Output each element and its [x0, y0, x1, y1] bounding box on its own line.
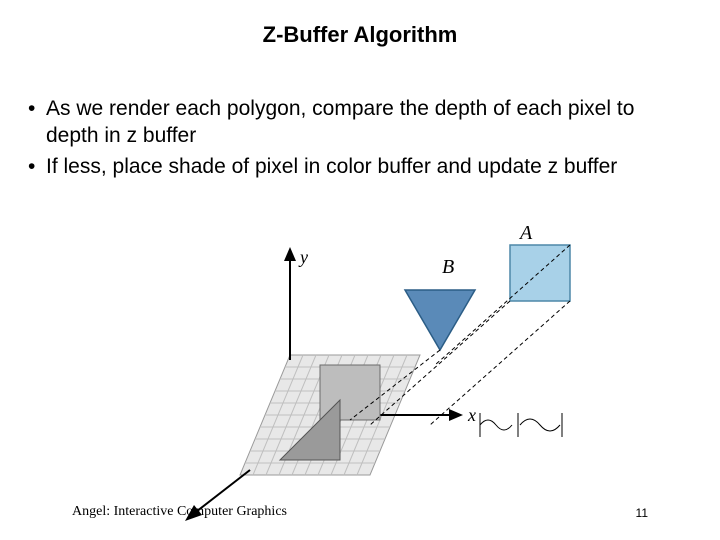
label-b: B — [442, 256, 454, 278]
bullet-text: As we render each polygon, compare the d… — [46, 96, 692, 150]
bullet-marker: • — [28, 154, 46, 181]
footer-credit: Angel: Interactive Computer Graphics — [72, 504, 287, 520]
zbuffer-diagram: y x B A — [180, 225, 620, 525]
bullet-marker: • — [28, 96, 46, 150]
bullet-item: • As we render each polygon, compare the… — [28, 96, 692, 150]
page-number: 11 — [636, 506, 648, 520]
depth-braces — [480, 413, 562, 437]
polygon-a — [510, 245, 570, 301]
x-label: x — [467, 405, 476, 425]
bullet-item: • If less, place shade of pixel in color… — [28, 154, 692, 181]
x-axis-arrow — [449, 409, 463, 421]
slide-title: Z-Buffer Algorithm — [0, 0, 720, 48]
y-label: y — [298, 247, 308, 267]
polygon-b — [405, 290, 475, 350]
bullet-list: • As we render each polygon, compare the… — [0, 48, 720, 181]
label-a: A — [518, 225, 533, 244]
bullet-text: If less, place shade of pixel in color b… — [46, 154, 617, 181]
y-axis-arrow — [284, 247, 296, 261]
